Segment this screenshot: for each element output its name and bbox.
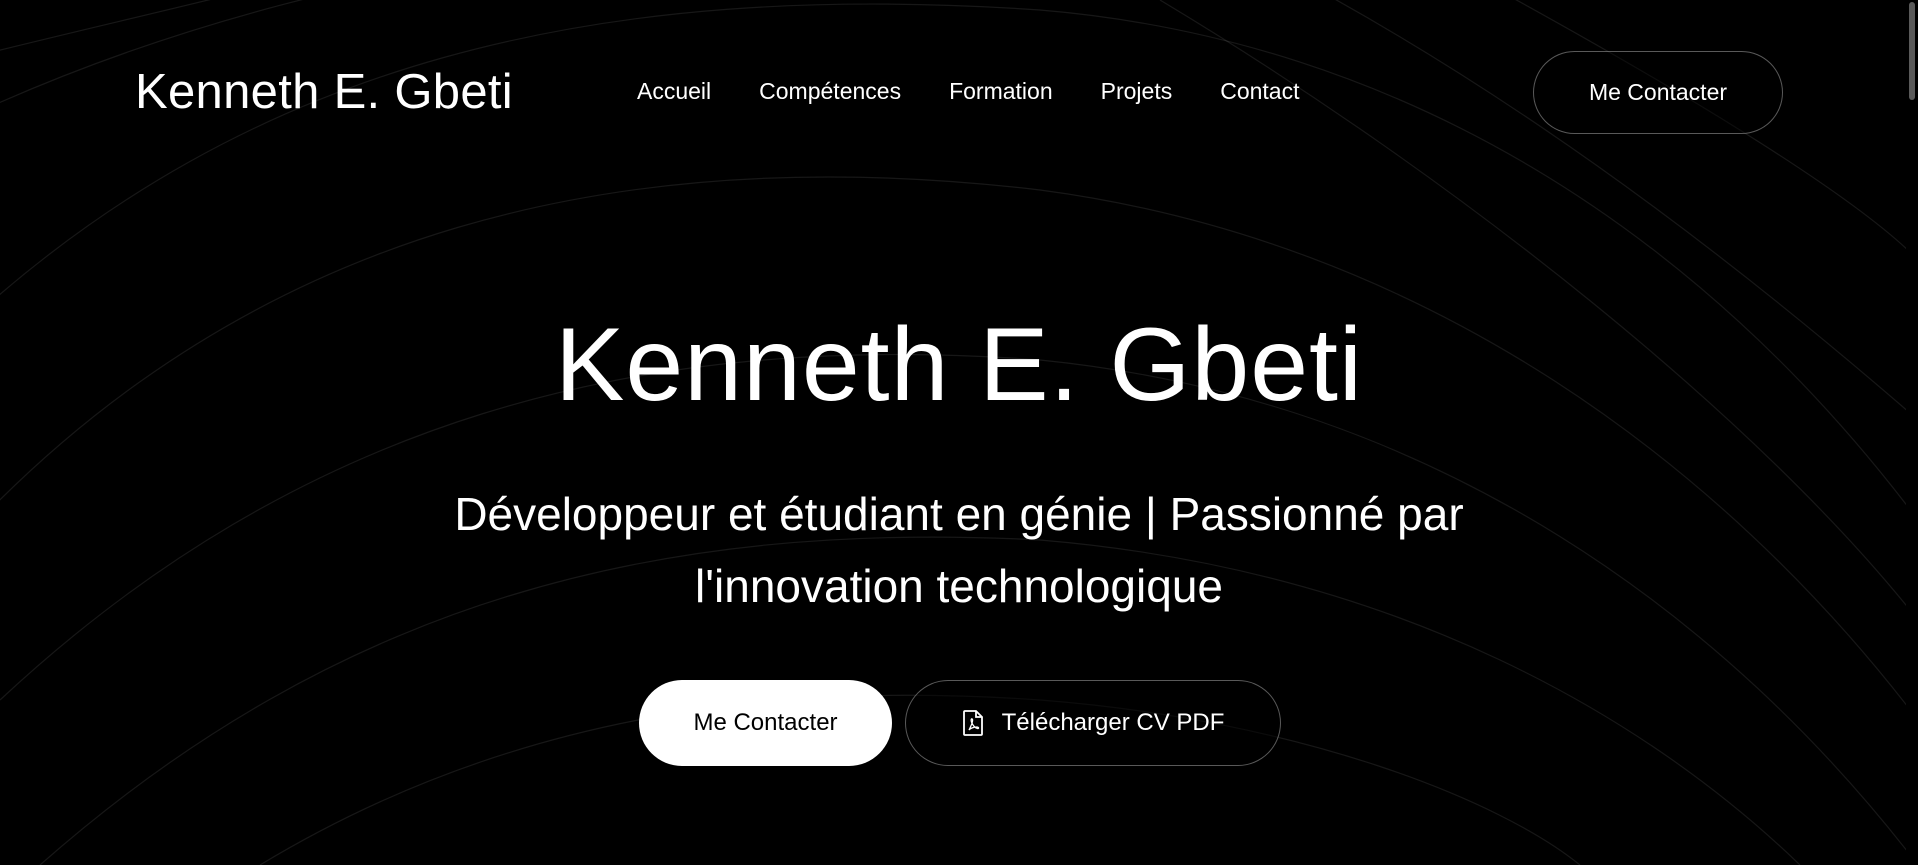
download-cv-button[interactable]: Télécharger CV PDF — [905, 680, 1281, 766]
nav-item-formation[interactable]: Formation — [949, 76, 1053, 106]
download-cv-label: Télécharger CV PDF — [1001, 709, 1225, 736]
nav-item-competences[interactable]: Compétences — [759, 76, 901, 106]
hero-subtitle: Développeur et étudiant en génie | Passi… — [454, 488, 1464, 612]
portfolio-page: Kenneth E. Gbeti Accueil Compétences For… — [0, 0, 1918, 865]
scrollbar-thumb[interactable] — [1909, 2, 1915, 100]
pdf-file-icon — [962, 710, 984, 736]
hero-contact-button[interactable]: Me Contacter — [639, 680, 892, 766]
nav-item-accueil[interactable]: Accueil — [637, 76, 711, 106]
hero-title: Kenneth E. Gbeti — [554, 307, 1364, 423]
nav-item-projets[interactable]: Projets — [1101, 76, 1173, 106]
main-nav: Accueil Compétences Formation Projets Co… — [637, 76, 1299, 106]
page-scrollbar[interactable] — [1906, 0, 1918, 865]
header-contact-button[interactable]: Me Contacter — [1533, 51, 1783, 134]
site-logo[interactable]: Kenneth E. Gbeti — [135, 62, 513, 122]
nav-item-contact[interactable]: Contact — [1220, 76, 1299, 106]
site-header: Kenneth E. Gbeti Accueil Compétences For… — [0, 0, 1918, 187]
hero-actions: Me Contacter Télécharger CV PDF — [639, 680, 1281, 766]
